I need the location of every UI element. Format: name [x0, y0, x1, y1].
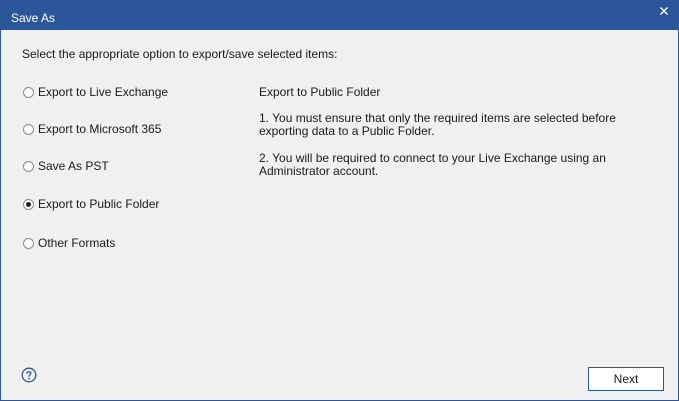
- option-other-formats[interactable]: Other Formats: [23, 235, 115, 251]
- description-title: Export to Public Folder: [259, 85, 381, 99]
- option-export-public-folder[interactable]: Export to Public Folder: [23, 196, 159, 212]
- dialog-title: Save As: [11, 11, 56, 25]
- dialog-body: Select the appropriate option to export/…: [1, 30, 678, 400]
- radio-save-as-pst[interactable]: [23, 160, 34, 172]
- description-point-1: 1. You must ensure that only the require…: [259, 111, 616, 138]
- radio-other-formats[interactable]: [23, 237, 34, 249]
- instruction-text: Select the appropriate option to export/…: [22, 47, 338, 61]
- radio-export-live-exchange[interactable]: [23, 86, 34, 98]
- option-export-live-exchange[interactable]: Export to Live Exchange: [23, 84, 168, 100]
- option-export-microsoft-365[interactable]: Export to Microsoft 365: [23, 121, 161, 137]
- question-circle-icon: [21, 367, 37, 383]
- close-icon: [660, 7, 668, 15]
- option-label: Export to Live Exchange: [38, 85, 169, 99]
- help-button[interactable]: [21, 367, 37, 383]
- radio-export-microsoft-365[interactable]: [23, 123, 34, 135]
- option-label: Export to Microsoft 365: [38, 122, 162, 136]
- title-bar: Save As: [1, 1, 678, 30]
- option-save-as-pst[interactable]: Save As PST: [23, 158, 109, 174]
- option-label: Export to Public Folder: [38, 197, 160, 211]
- option-label: Save As PST: [38, 159, 109, 173]
- close-button[interactable]: [656, 3, 672, 19]
- description-point-2: 2. You will be required to connect to yo…: [259, 151, 606, 178]
- next-button[interactable]: Next: [588, 367, 664, 391]
- save-as-dialog: Save As Select the appropriate option to…: [0, 0, 679, 401]
- radio-export-public-folder[interactable]: [23, 198, 34, 210]
- option-label: Other Formats: [38, 236, 116, 250]
